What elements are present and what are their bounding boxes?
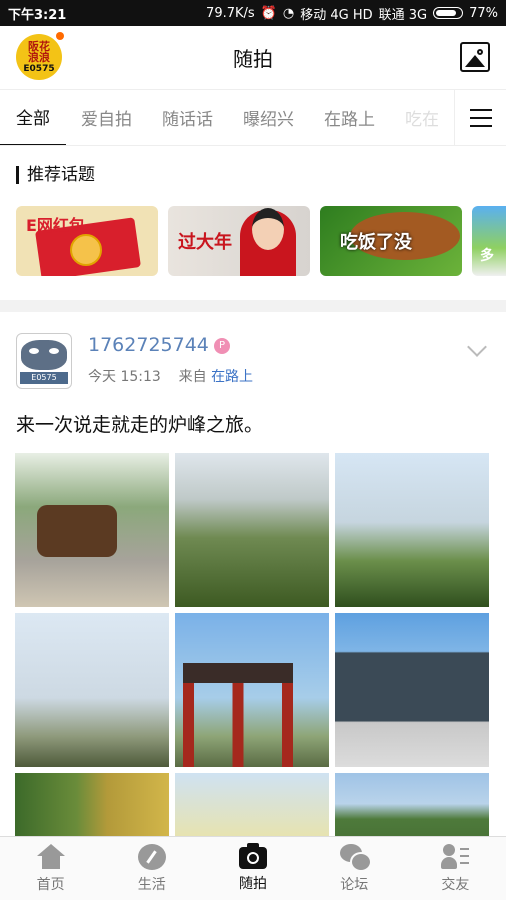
menu-icon	[469, 106, 492, 130]
wifi-icon: ◔	[282, 5, 295, 21]
tab-chat[interactable]: 随话话	[147, 90, 228, 145]
tab-expose[interactable]: 曝绍兴	[228, 90, 309, 145]
photo-grid	[15, 453, 491, 900]
contacts-icon-lines	[460, 847, 470, 864]
app-logo[interactable]: 阪花 浪浪 E0575	[16, 32, 64, 80]
page-title: 随拍	[233, 47, 273, 71]
image-icon-mountain	[465, 55, 485, 67]
user-badge: P	[214, 338, 230, 354]
status-bar: 下午3:21 79.7K/s ⏰ ◔ 移动 4G HD 联通 3G 77%	[0, 0, 506, 26]
topics-carousel: E网红包 过大年 吃饭了没 多	[16, 206, 506, 276]
photo-thumbnail[interactable]	[15, 453, 169, 607]
nav-label: 交友	[441, 876, 470, 893]
camera-icon	[239, 843, 267, 869]
panda-eye-left	[29, 348, 39, 354]
topic-card-red-packet[interactable]: E网红包	[16, 206, 158, 276]
nav-life[interactable]: 生活	[101, 837, 202, 900]
panda-eye-right	[49, 348, 59, 354]
tab-on-the-road[interactable]: 在路上	[309, 90, 390, 145]
nav-friends[interactable]: 交友	[405, 837, 506, 900]
topic-label: 吃饭了没	[340, 232, 412, 253]
panda-face	[21, 340, 67, 370]
nav-home[interactable]: 首页	[0, 837, 101, 900]
avatar-tag: E0575	[20, 372, 68, 384]
topic-card-new-year[interactable]: 过大年	[168, 206, 310, 276]
topic-card-more[interactable]: 多	[472, 206, 506, 276]
nav-label: 随拍	[239, 876, 267, 892]
logo-sub: E0575	[23, 63, 55, 74]
photo-thumbnail[interactable]	[335, 453, 489, 607]
compass-icon	[137, 843, 166, 870]
carrier-1: 移动 4G HD	[300, 7, 373, 23]
topic-label: 多	[480, 248, 494, 264]
post-text: 来一次说走就走的炉峰之旅。	[16, 414, 264, 436]
contacts-icon	[441, 843, 470, 870]
tab-all[interactable]: 全部	[0, 90, 66, 145]
tab-food[interactable]: 吃在	[390, 90, 454, 145]
photo-thumbnail[interactable]	[175, 613, 329, 767]
chat-icon	[340, 843, 373, 872]
tab-selfie[interactable]: 爱自拍	[66, 90, 147, 145]
battery-icon	[433, 7, 464, 19]
network-speed: 79.7K/s	[206, 5, 255, 21]
topic-label: 过大年	[178, 232, 232, 253]
tabs-menu-button[interactable]	[454, 90, 506, 145]
app-header: 阪花 浪浪 E0575 随拍	[0, 26, 506, 90]
nav-label: 生活	[137, 876, 166, 893]
category-tabs: 全部 爱自拍 随话话 曝绍兴 在路上 吃在	[0, 90, 506, 146]
post-meta: 今天 15:13 来自 在路上	[88, 366, 253, 386]
photo-thumbnail[interactable]	[15, 613, 169, 767]
coin-icon	[70, 234, 102, 266]
post-from: 来自	[178, 369, 207, 385]
nav-snap[interactable]: 随拍	[202, 837, 303, 900]
photo-thumbnail[interactable]	[335, 613, 489, 767]
status-indicators: 79.7K/s ⏰ ◔ 移动 4G HD 联通 3G 77%	[206, 4, 498, 23]
nav-forum[interactable]: 论坛	[304, 837, 405, 900]
carrier-2: 联通 3G	[378, 7, 428, 23]
logo-line-2: 浪浪	[28, 50, 50, 64]
topics-heading: 推荐话题	[16, 166, 95, 184]
home-icon	[36, 843, 65, 870]
post-username[interactable]: 1762725744	[88, 334, 209, 356]
notification-dot	[56, 32, 64, 40]
post-time: 今天 15:13	[88, 369, 161, 385]
gallery-button[interactable]	[460, 42, 490, 72]
photo-thumbnail[interactable]	[175, 453, 329, 607]
topic-label: E网红包	[26, 216, 85, 235]
topic-card-eaten[interactable]: 吃饭了没	[320, 206, 462, 276]
child-image	[240, 208, 296, 276]
nav-label: 论坛	[340, 876, 369, 893]
logo-line-1: 阪花	[28, 39, 50, 53]
battery-level: 77%	[469, 5, 498, 21]
section-divider	[0, 300, 506, 312]
avatar[interactable]: E0575	[16, 333, 72, 389]
chevron-down-icon[interactable]	[467, 337, 487, 357]
post-place[interactable]: 在路上	[211, 369, 253, 385]
alarm-icon: ⏰	[260, 5, 277, 21]
bottom-nav: 首页 生活 随拍 论坛 交友	[0, 836, 506, 900]
status-time: 下午3:21	[8, 7, 67, 23]
nav-label: 首页	[36, 876, 65, 893]
